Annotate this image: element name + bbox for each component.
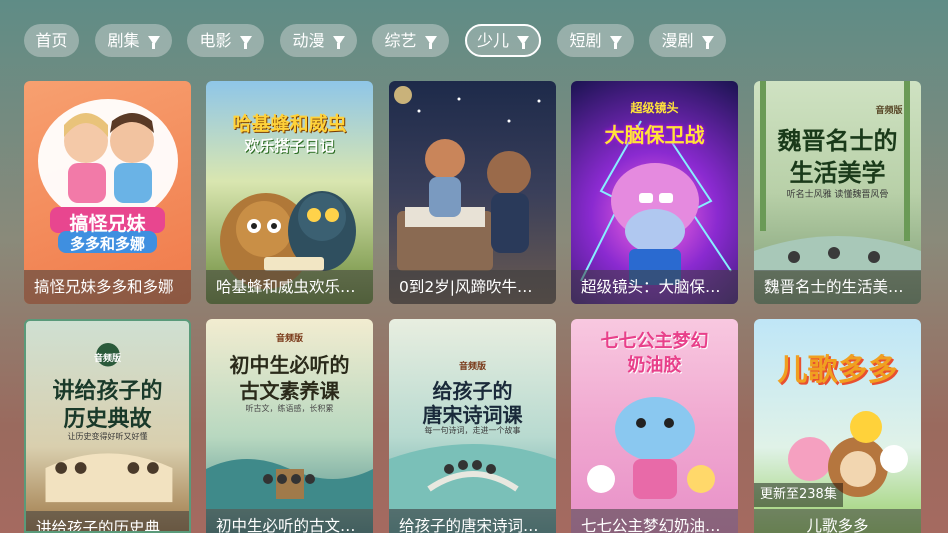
poster-note: 听古文，练语感，长积累 — [245, 404, 334, 413]
card-caption: 讲给孩子的历史典故… — [26, 511, 189, 531]
tab-label: 首页 — [35, 31, 68, 50]
poster-tag: 音频版 — [458, 362, 486, 372]
tab-label: 综艺 — [384, 31, 417, 50]
poster-title: 魏晋名士的 — [777, 127, 898, 155]
media-card[interactable]: 七七公主梦幻 奶油胶 七七公主梦幻奶油胶… — [571, 319, 738, 533]
tab-series[interactable]: 剧集 — [95, 24, 172, 57]
card-caption: 初中生必听的古文素… — [206, 509, 373, 533]
filter-icon — [239, 36, 252, 49]
tab-home[interactable]: 首页 — [24, 24, 79, 57]
poster-tag: 音频版 — [93, 354, 121, 364]
tab-label: 少儿 — [476, 31, 509, 50]
poster-note: 让历史变得好听又好懂 — [67, 432, 148, 441]
media-card[interactable]: 音频版 给孩子的 唐宋诗词课 每一句诗词，走进一个故事 给孩子的唐宋诗词课… — [389, 319, 556, 533]
poster-note: 听名士风雅 读懂魏晋风骨 — [786, 190, 889, 200]
poster-tag: 音频版 — [275, 334, 303, 344]
filter-icon — [424, 36, 437, 49]
poster-subtitle: 唐宋诗词课 — [422, 403, 523, 427]
tab-anime[interactable]: 动漫 — [280, 24, 357, 57]
card-caption: 七七公主梦幻奶油胶… — [571, 509, 738, 533]
media-card[interactable]: 哈基蜂和威虫 欢乐搭子日记 哈基蜂和威虫欢乐搭… — [206, 81, 373, 304]
poster-title: 搞怪兄妹 — [69, 213, 146, 235]
filter-icon — [609, 36, 622, 49]
tab-label: 电影 — [199, 31, 232, 50]
poster-subtitle: 生活美学 — [789, 159, 886, 187]
media-card[interactable]: 音频版 初中生必听的 古文素养课 听古文，练语感，长积累 初中生必听的古文素… — [206, 319, 373, 533]
card-caption: 给孩子的唐宋诗词课… — [389, 509, 556, 533]
tab-short-drama[interactable]: 短剧 — [557, 24, 634, 57]
poster-subtitle: 奶油胶 — [627, 355, 682, 376]
filter-icon — [147, 36, 160, 49]
tab-label: 短剧 — [569, 31, 602, 50]
poster-note: 每一句诗词，走进一个故事 — [424, 426, 521, 435]
poster-subtitle: 古文素养课 — [239, 379, 340, 403]
media-card[interactable]: 搞怪兄妹 多多和多娜 搞怪兄妹多多和多娜 — [24, 81, 191, 304]
tab-label: 动漫 — [292, 31, 325, 50]
poster-title: 超级镜头 — [630, 101, 679, 115]
media-card[interactable]: 超级镜头 大脑保卫战 超级镜头：大脑保卫… — [571, 81, 738, 304]
media-card[interactable]: 音频版 讲给孩子的 历史典故 让历史变得好听又好懂 讲给孩子的历史典故… — [24, 319, 191, 533]
episode-badge: 更新至238集 — [754, 483, 843, 507]
poster-subtitle: 大脑保卫战 — [604, 123, 705, 147]
tab-label: 剧集 — [107, 31, 140, 50]
filter-icon — [701, 36, 714, 49]
media-card[interactable]: 音频版 魏晋名士的 生活美学 听名士风雅 读懂魏晋风骨 魏晋名士的生活美学… — [754, 81, 921, 304]
tab-label: 漫剧 — [661, 31, 694, 50]
poster-title: 七七公主梦幻 — [600, 331, 709, 352]
card-caption: 超级镜头：大脑保卫… — [571, 270, 738, 304]
poster-tag: 音频版 — [875, 106, 903, 116]
poster-subtitle: 欢乐搭子日记 — [244, 137, 335, 155]
media-card[interactable]: 儿歌多多 更新至238集 儿歌多多 — [754, 319, 921, 533]
poster-title: 儿歌多多 — [777, 353, 898, 388]
poster-subtitle: 历史典故 — [63, 407, 152, 432]
card-caption: 哈基蜂和威虫欢乐搭… — [206, 270, 373, 304]
filter-icon — [332, 36, 345, 49]
card-caption: 儿歌多多 — [754, 509, 921, 533]
media-card[interactable]: 0到2岁|风蹄吹牛大… — [389, 81, 556, 304]
tab-movies[interactable]: 电影 — [187, 24, 264, 57]
poster-title: 初中生必听的 — [229, 353, 350, 377]
tab-variety[interactable]: 综艺 — [372, 24, 449, 57]
filter-icon — [517, 36, 529, 49]
poster-subtitle: 多多和多娜 — [69, 235, 145, 253]
card-caption: 魏晋名士的生活美学… — [754, 270, 921, 304]
tab-comic-drama[interactable]: 漫剧 — [649, 24, 726, 57]
card-caption: 搞怪兄妹多多和多娜 — [24, 270, 191, 304]
poster-title: 哈基蜂和威虫 — [232, 113, 347, 135]
tab-kids[interactable]: 少儿 — [465, 24, 541, 57]
card-caption: 0到2岁|风蹄吹牛大… — [389, 270, 556, 304]
